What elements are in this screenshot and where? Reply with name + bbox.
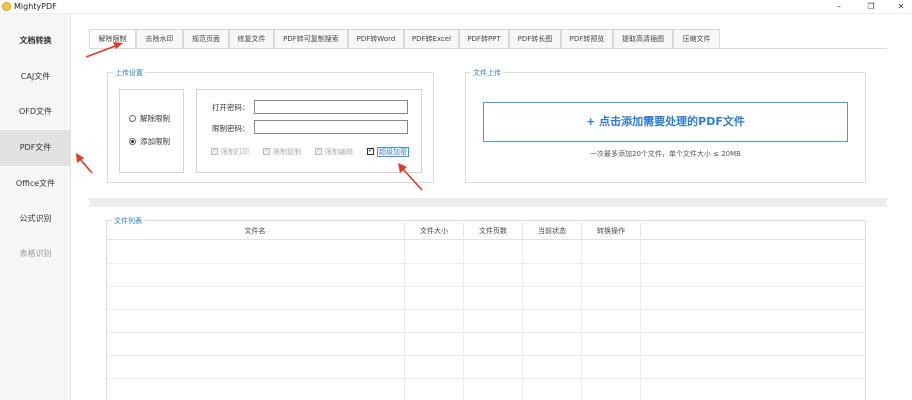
tab-pdf-to-long-image[interactable]: PDF转长图 bbox=[509, 29, 561, 48]
file-list-table: 文件名 文件大小 文件页数 当前状态 转换操作 bbox=[106, 223, 866, 400]
column-divider bbox=[463, 240, 464, 400]
column-status[interactable]: 当前状态 bbox=[523, 223, 582, 240]
restrict-password-input[interactable] bbox=[254, 120, 408, 134]
restrict-password-label: 限制密码： bbox=[212, 124, 250, 133]
row-divider bbox=[106, 286, 866, 287]
column-divider bbox=[404, 240, 405, 400]
row-divider bbox=[106, 378, 866, 379]
column-divider bbox=[581, 240, 582, 400]
app-title: MightyPDF bbox=[14, 2, 57, 11]
sidebar-item-formula[interactable]: 公式识别 bbox=[0, 201, 71, 237]
tab-pdf-to-word[interactable]: PDF转Word bbox=[348, 29, 404, 48]
upload-limit-hint: 一次最多添加20个文件，单个文件大小 ≤ 20MB bbox=[590, 150, 741, 158]
sidebar-item-pdf[interactable]: PDF文件 bbox=[0, 130, 71, 166]
check-super-encrypt[interactable]: 超级加密 bbox=[367, 146, 409, 157]
open-password-label: 打开密码： bbox=[212, 103, 250, 112]
maximize-button[interactable]: ❐ bbox=[861, 0, 881, 13]
sidebar-item-office[interactable]: Office文件 bbox=[0, 166, 71, 202]
check-restrict-copy[interactable]: 限制复制 bbox=[263, 146, 301, 157]
radio-checked-icon[interactable] bbox=[129, 138, 136, 145]
column-file-name[interactable]: 文件名 bbox=[106, 223, 405, 240]
sidebar-item-table[interactable]: 表格识别 bbox=[0, 236, 71, 272]
sidebar-item-document-convert[interactable]: 文档转换 bbox=[0, 23, 71, 59]
column-page-count[interactable]: 文件页数 bbox=[464, 223, 523, 240]
tab-pdf-to-preview[interactable]: PDF转预览 bbox=[561, 29, 613, 48]
title-bar: MightyPDF – ❐ ✕ bbox=[0, 0, 912, 14]
upload-settings-group: 上传设置 解除限制 添加限制 打开密码： 限制密码： 限制打印 限制复制 限制编… bbox=[107, 68, 434, 183]
password-box: 打开密码： 限制密码： 限制打印 限制复制 限制编辑 超级加密 bbox=[196, 89, 422, 173]
close-button[interactable]: ✕ bbox=[891, 0, 911, 13]
checkbox-icon[interactable] bbox=[367, 146, 374, 155]
tab-extract-images[interactable]: 提取高清插图 bbox=[613, 29, 673, 48]
tab-divider bbox=[89, 48, 887, 49]
table-header: 文件名 文件大小 文件页数 当前状态 转换操作 bbox=[106, 223, 866, 240]
restriction-mode-box: 解除限制 添加限制 bbox=[119, 89, 184, 173]
row-divider bbox=[106, 332, 866, 333]
tab-normalize-pages[interactable]: 规范页面 bbox=[183, 29, 229, 48]
check-restrict-edit[interactable]: 限制编辑 bbox=[315, 146, 353, 157]
tab-repair-file[interactable]: 修复文件 bbox=[229, 29, 274, 48]
radio-circle-icon[interactable] bbox=[129, 115, 136, 122]
section-divider bbox=[89, 198, 887, 207]
upload-settings-title: 上传设置 bbox=[113, 68, 145, 78]
tab-pdf-to-ppt[interactable]: PDF转PPT bbox=[459, 29, 509, 48]
tab-pdf-to-excel[interactable]: PDF转Excel bbox=[404, 29, 459, 48]
checkbox-icon[interactable] bbox=[263, 146, 270, 155]
add-pdf-button[interactable]: + 点击添加需要处理的PDF文件 bbox=[483, 102, 848, 142]
column-divider bbox=[522, 240, 523, 400]
sidebar: 文档转换 CAJ文件 OFD文件 PDF文件 Office文件 公式识别 表格识… bbox=[0, 14, 71, 400]
tab-pdf-to-searchable[interactable]: PDF转可复制搜索 bbox=[274, 29, 348, 48]
tab-remove-restriction[interactable]: 解除限制 bbox=[89, 29, 136, 49]
sidebar-item-ofd[interactable]: OFD文件 bbox=[0, 94, 71, 130]
tab-compress-file[interactable]: 压缩文件 bbox=[673, 29, 720, 48]
minimize-button[interactable]: – bbox=[829, 0, 849, 13]
column-file-size[interactable]: 文件大小 bbox=[405, 223, 464, 240]
radio-add-restriction[interactable]: 添加限制 bbox=[129, 136, 170, 147]
arrow-to-sidebar-icon bbox=[76, 153, 93, 174]
radio-remove-restriction[interactable]: 解除限制 bbox=[129, 113, 170, 124]
app-logo-icon bbox=[2, 2, 11, 11]
tab-remove-watermark[interactable]: 去除水印 bbox=[136, 29, 183, 48]
file-upload-title: 文件上传 bbox=[471, 68, 503, 78]
checkbox-icon[interactable] bbox=[315, 146, 322, 155]
row-divider bbox=[106, 355, 866, 356]
sidebar-item-caj[interactable]: CAJ文件 bbox=[0, 59, 71, 95]
column-divider bbox=[640, 240, 641, 400]
row-divider bbox=[106, 309, 866, 310]
checkbox-icon[interactable] bbox=[211, 146, 218, 155]
column-action[interactable]: 转换操作 bbox=[582, 223, 641, 240]
open-password-input[interactable] bbox=[254, 100, 408, 114]
check-restrict-print[interactable]: 限制打印 bbox=[211, 146, 249, 157]
row-divider bbox=[106, 263, 866, 264]
